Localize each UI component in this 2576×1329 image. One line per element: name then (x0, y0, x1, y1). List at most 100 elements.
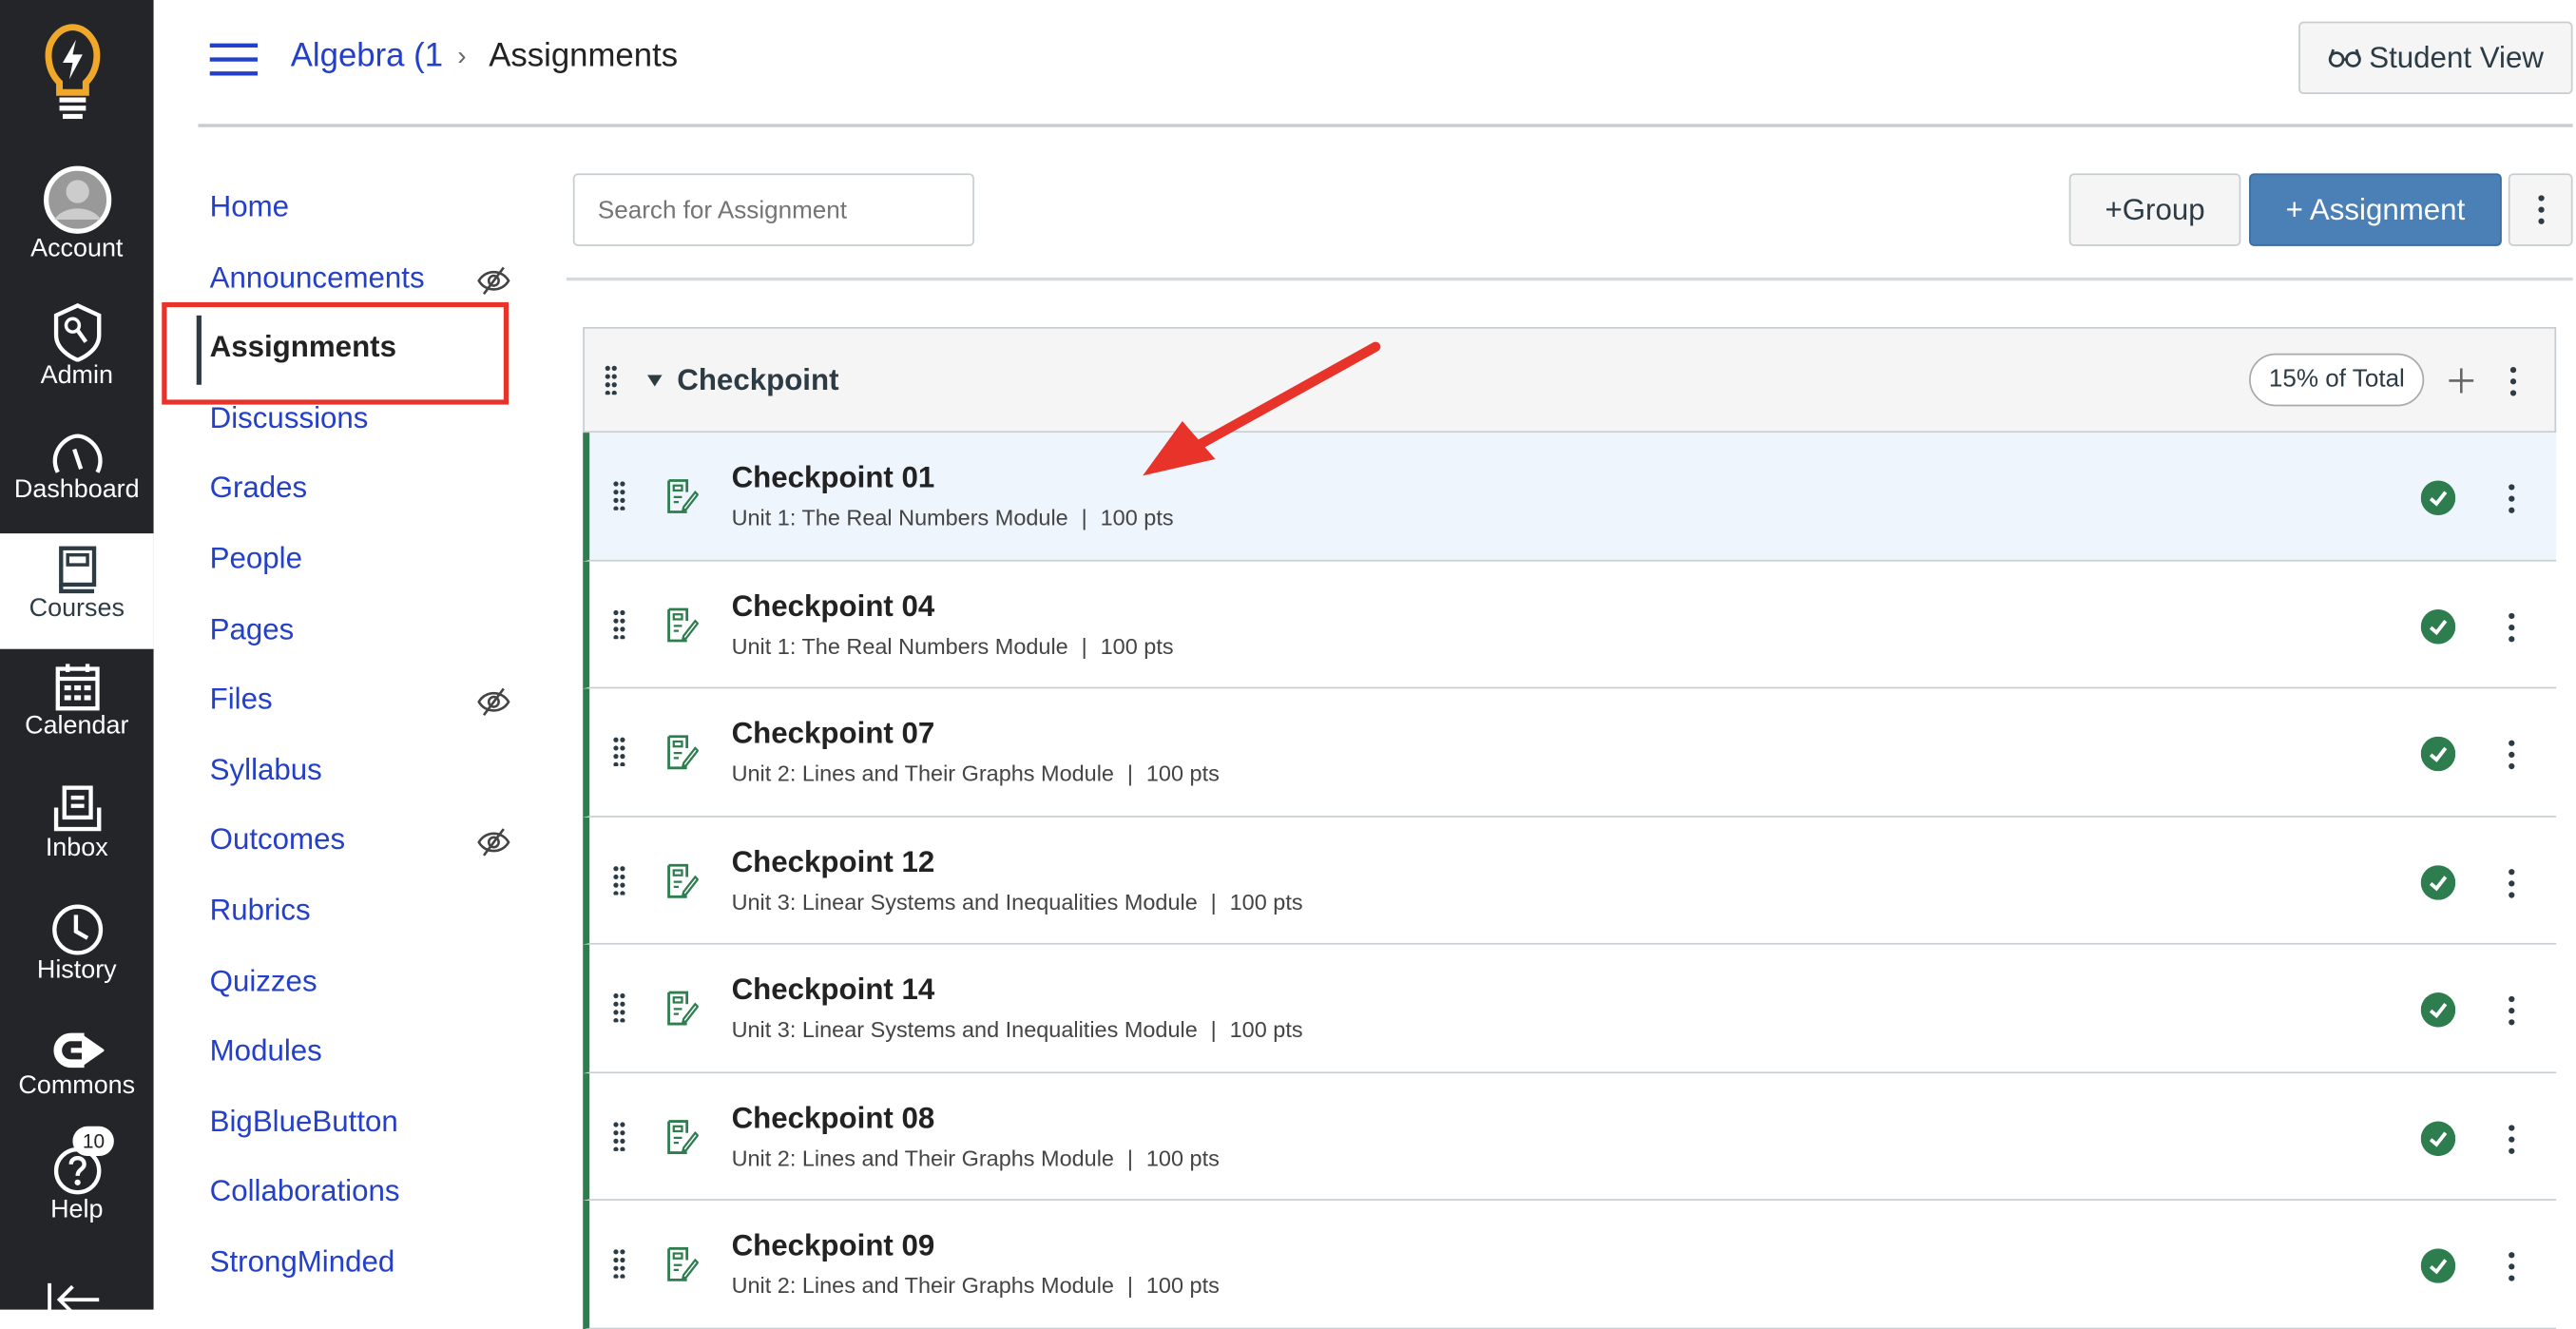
course-nav-grades[interactable]: Grades (210, 472, 308, 506)
global-nav-label: Calendar (25, 711, 129, 741)
course-nav-discussions[interactable]: Discussions (210, 401, 369, 435)
row-kebab-icon[interactable] (2509, 995, 2515, 1026)
assignment-icon (667, 479, 699, 513)
toolbar-divider (566, 277, 2573, 281)
drag-handle-icon[interactable] (613, 481, 626, 510)
assignment-meta: Unit 1: The Real Numbers Module | 100 pts (732, 633, 1174, 658)
assignment-module[interactable]: Unit 3: Linear Systems and Inequalities … (732, 889, 1198, 914)
assignment-title[interactable]: Checkpoint 04 (732, 588, 935, 623)
assignment-title[interactable]: Checkpoint 09 (732, 1228, 935, 1262)
assignment-row[interactable]: Checkpoint 14 Unit 3: Linear Systems and … (583, 944, 2557, 1073)
course-nav-quizzes[interactable]: Quizzes (210, 964, 317, 998)
row-kebab-icon[interactable] (2509, 484, 2515, 513)
assignment-module[interactable]: Unit 2: Lines and Their Graphs Module (732, 1273, 1114, 1298)
assignment-row[interactable]: Checkpoint 04 Unit 1: The Real Numbers Mo… (583, 560, 2557, 689)
course-nav-bigbluebutton[interactable]: BigBlueButton (210, 1105, 398, 1139)
assignment-title[interactable]: Checkpoint 01 (732, 461, 935, 495)
global-nav-commons[interactable]: Commons (0, 1029, 154, 1101)
add-to-group-icon[interactable] (2449, 368, 2474, 394)
assignment-row[interactable]: Checkpoint 12 Unit 3: Linear Systems and … (583, 817, 2557, 945)
group-kebab-icon[interactable] (2509, 367, 2517, 396)
course-nav-strongminded[interactable]: StrongMinded (210, 1245, 395, 1280)
global-nav-account[interactable]: Account (0, 165, 154, 264)
assignment-module[interactable]: Unit 1: The Real Numbers Module (732, 633, 1068, 658)
group-title[interactable]: Checkpoint (677, 363, 838, 397)
assignment-title[interactable]: Checkpoint 12 (732, 845, 935, 879)
add-assignment-button[interactable]: + Assignment (2249, 173, 2502, 246)
global-nav-calendar[interactable]: Calendar (0, 663, 154, 742)
collapse-caret-icon[interactable] (646, 375, 663, 387)
calendar-icon (54, 664, 99, 711)
toolbar-more-button[interactable] (2508, 173, 2573, 246)
logo-lightbulb-icon[interactable] (43, 23, 103, 120)
hamburger-menu-icon[interactable] (209, 43, 259, 76)
published-check-icon[interactable] (2420, 864, 2456, 899)
assignment-row[interactable]: Checkpoint 08 Unit 2: Lines and Their Gra… (583, 1072, 2557, 1201)
row-kebab-icon[interactable] (2509, 1252, 2515, 1281)
course-nav-announcements[interactable]: Announcements (210, 260, 425, 295)
assignment-points: 100 pts (1145, 1273, 1220, 1299)
drag-handle-icon[interactable] (613, 1248, 626, 1279)
assignment-row[interactable]: Checkpoint 07 Unit 2: Lines and Their Gra… (583, 688, 2557, 818)
global-nav-help[interactable]: 10 Help (0, 1126, 154, 1225)
assignment-row[interactable]: Checkpoint 01 Unit 1: The Real Numbers Mo… (583, 433, 2557, 561)
assignment-points: 100 pts (1229, 889, 1303, 915)
assignment-meta: Unit 3: Linear Systems and Inequalities … (732, 1017, 1303, 1042)
assignment-title[interactable]: Checkpoint 08 (732, 1101, 935, 1135)
course-nav-modules[interactable]: Modules (210, 1034, 322, 1069)
drag-handle-icon[interactable] (613, 737, 626, 767)
course-nav-rubrics[interactable]: Rubrics (210, 894, 311, 928)
add-group-button[interactable]: +Group (2068, 173, 2241, 246)
global-nav-inbox[interactable]: Inbox (0, 784, 154, 863)
assignment-title[interactable]: Checkpoint 07 (732, 717, 935, 751)
header-divider (198, 124, 2573, 127)
assignment-module[interactable]: Unit 3: Linear Systems and Inequalities … (732, 1017, 1198, 1042)
published-check-icon[interactable] (2420, 480, 2456, 516)
drag-handle-icon[interactable] (613, 608, 626, 639)
assignment-module[interactable]: Unit 2: Lines and Their Graphs Module (732, 1146, 1114, 1170)
published-check-icon[interactable] (2420, 992, 2456, 1028)
search-assignment-input[interactable] (572, 173, 974, 246)
annotation-highlight-box (162, 301, 509, 405)
assignment-meta: Unit 2: Lines and Their Graphs Module | 10… (732, 1273, 1220, 1298)
course-nav-outcomes[interactable]: Outcomes (210, 823, 346, 857)
global-nav-courses[interactable]: Courses (0, 533, 154, 649)
published-check-icon[interactable] (2420, 1120, 2456, 1156)
course-nav-syllabus[interactable]: Syllabus (210, 753, 322, 787)
row-kebab-icon[interactable] (2509, 868, 2515, 897)
active-indicator (196, 315, 202, 385)
global-nav-label: Courses (29, 594, 125, 623)
drag-handle-icon[interactable] (613, 1121, 626, 1150)
drag-handle-icon[interactable] (605, 365, 618, 395)
drag-handle-icon[interactable] (613, 992, 626, 1023)
row-kebab-icon[interactable] (2509, 611, 2515, 642)
course-nav-files[interactable]: Files (210, 683, 273, 717)
global-nav-admin[interactable]: Admin (0, 302, 154, 392)
row-kebab-icon[interactable] (2509, 740, 2515, 770)
published-check-icon[interactable] (2420, 1248, 2456, 1283)
drag-handle-icon[interactable] (613, 864, 626, 895)
global-nav-history[interactable]: History (0, 903, 154, 986)
assignment-module[interactable]: Unit 2: Lines and Their Graphs Module (732, 761, 1114, 786)
course-nav-people[interactable]: People (210, 542, 302, 576)
global-nav-dashboard[interactable]: Dashboard (0, 433, 154, 505)
course-nav-collaborations[interactable]: Collaborations (210, 1175, 400, 1209)
assignment-meta: Unit 2: Lines and Their Graphs Module | 10… (732, 1146, 1220, 1170)
collapse-nav-icon[interactable] (47, 1282, 103, 1317)
course-nav-home[interactable]: Home (210, 190, 289, 224)
course-nav-pages[interactable]: Pages (210, 612, 295, 646)
breadcrumb-course-link[interactable]: Algebra (1 (291, 38, 443, 76)
assignment-row[interactable]: Checkpoint 09 Unit 2: Lines and Their Gra… (583, 1200, 2557, 1329)
meta-separator: | (1126, 1273, 1133, 1299)
inbox-icon (53, 785, 101, 832)
assignment-title[interactable]: Checkpoint 14 (732, 973, 935, 1007)
assignment-points: 100 pts (1145, 761, 1220, 786)
published-check-icon[interactable] (2420, 736, 2456, 772)
global-nav-label: Help (50, 1195, 104, 1224)
assignment-icon (667, 991, 699, 1026)
published-check-icon[interactable] (2420, 608, 2456, 644)
assignment-icon (667, 607, 699, 642)
assignment-module[interactable]: Unit 1: The Real Numbers Module (732, 506, 1068, 530)
row-kebab-icon[interactable] (2509, 1124, 2515, 1154)
student-view-button[interactable]: Student View (2298, 21, 2573, 95)
